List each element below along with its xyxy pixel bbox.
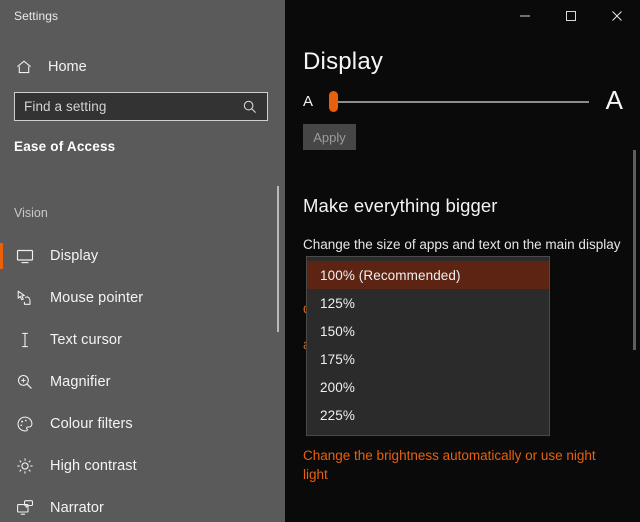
selection-accent-bar [0,411,3,437]
main-content: Display A A Apply Make everything bigger… [285,0,640,522]
pointer-hand-icon [14,287,36,309]
slider-large-a-label: A [605,85,623,115]
close-icon[interactable] [594,0,640,32]
slider-track[interactable] [337,101,589,103]
sidebar-item-text-cursor[interactable]: Text cursor [0,319,278,361]
search-icon[interactable] [238,99,262,115]
brightness-icon [14,455,36,477]
search-placeholder: Find a setting [24,99,107,114]
maximize-icon[interactable] [548,0,594,32]
home-icon [14,57,34,77]
selection-accent-bar [0,495,3,521]
selection-accent-bar [0,327,3,353]
selection-accent-bar [0,243,3,269]
home-label: Home [48,59,87,75]
sidebar-item-narrator[interactable]: Narrator [0,487,278,522]
apply-button[interactable]: Apply [303,124,356,150]
slider-thumb[interactable] [329,91,338,112]
dropdown-option[interactable]: 100% (Recommended) [307,261,549,289]
nav-group-header: Vision [14,206,48,220]
selection-accent-bar [0,285,3,311]
sidebar-item-label: Magnifier [50,374,111,390]
search-input[interactable]: Find a setting [14,92,268,121]
narrator-icon [14,497,36,519]
section-title: Ease of Access [14,139,116,154]
settings-window: Settings Home Find a setting Ease of Acc… [0,0,640,522]
scale-dropdown-list[interactable]: 100% (Recommended) 125% 150% 175% 200% 2… [306,256,550,436]
sidebar-item-label: Narrator [50,500,104,516]
monitor-icon [14,245,36,267]
sidebar-item-mouse-pointer[interactable]: Mouse pointer [0,277,278,319]
sidebar-scrollbar[interactable] [277,186,279,332]
app-title: Settings [14,9,59,23]
magnifier-plus-icon [14,371,36,393]
dropdown-option[interactable]: 175% [307,345,549,373]
make-everything-bigger-heading: Make everything bigger [303,195,498,216]
sidebar-item-label: Colour filters [50,416,133,432]
text-cursor-icon [14,329,36,351]
text-size-slider[interactable]: A A [303,85,623,118]
sidebar-item-label: Text cursor [50,332,123,348]
window-controls [502,0,640,32]
palette-icon [14,413,36,435]
sidebar-nav-list: Display Mouse pointer Text cursor Magnif… [0,235,278,522]
sidebar-item-magnifier[interactable]: Magnifier [0,361,278,403]
scale-field-label: Change the size of apps and text on the … [303,237,621,252]
sidebar-item-label: High contrast [50,458,137,474]
minimize-icon[interactable] [502,0,548,32]
dropdown-option[interactable]: 225% [307,401,549,429]
content-scrollbar[interactable] [633,150,636,350]
sidebar: Settings Home Find a setting Ease of Acc… [0,0,285,522]
slider-small-a-label: A [303,93,314,110]
sidebar-item-home[interactable]: Home [0,52,278,82]
page-title: Display [303,48,384,75]
sidebar-item-label: Mouse pointer [50,290,144,306]
dropdown-option[interactable]: 150% [307,317,549,345]
selection-accent-bar [0,453,3,479]
sidebar-item-display[interactable]: Display [0,235,278,277]
dropdown-option[interactable]: 200% [307,373,549,401]
sidebar-item-label: Display [50,248,99,264]
sidebar-item-colour-filters[interactable]: Colour filters [0,403,278,445]
dropdown-option[interactable]: 125% [307,289,549,317]
selection-accent-bar [0,369,3,395]
night-light-link[interactable]: Change the brightness automatically or u… [303,446,603,484]
sidebar-item-high-contrast[interactable]: High contrast [0,445,278,487]
